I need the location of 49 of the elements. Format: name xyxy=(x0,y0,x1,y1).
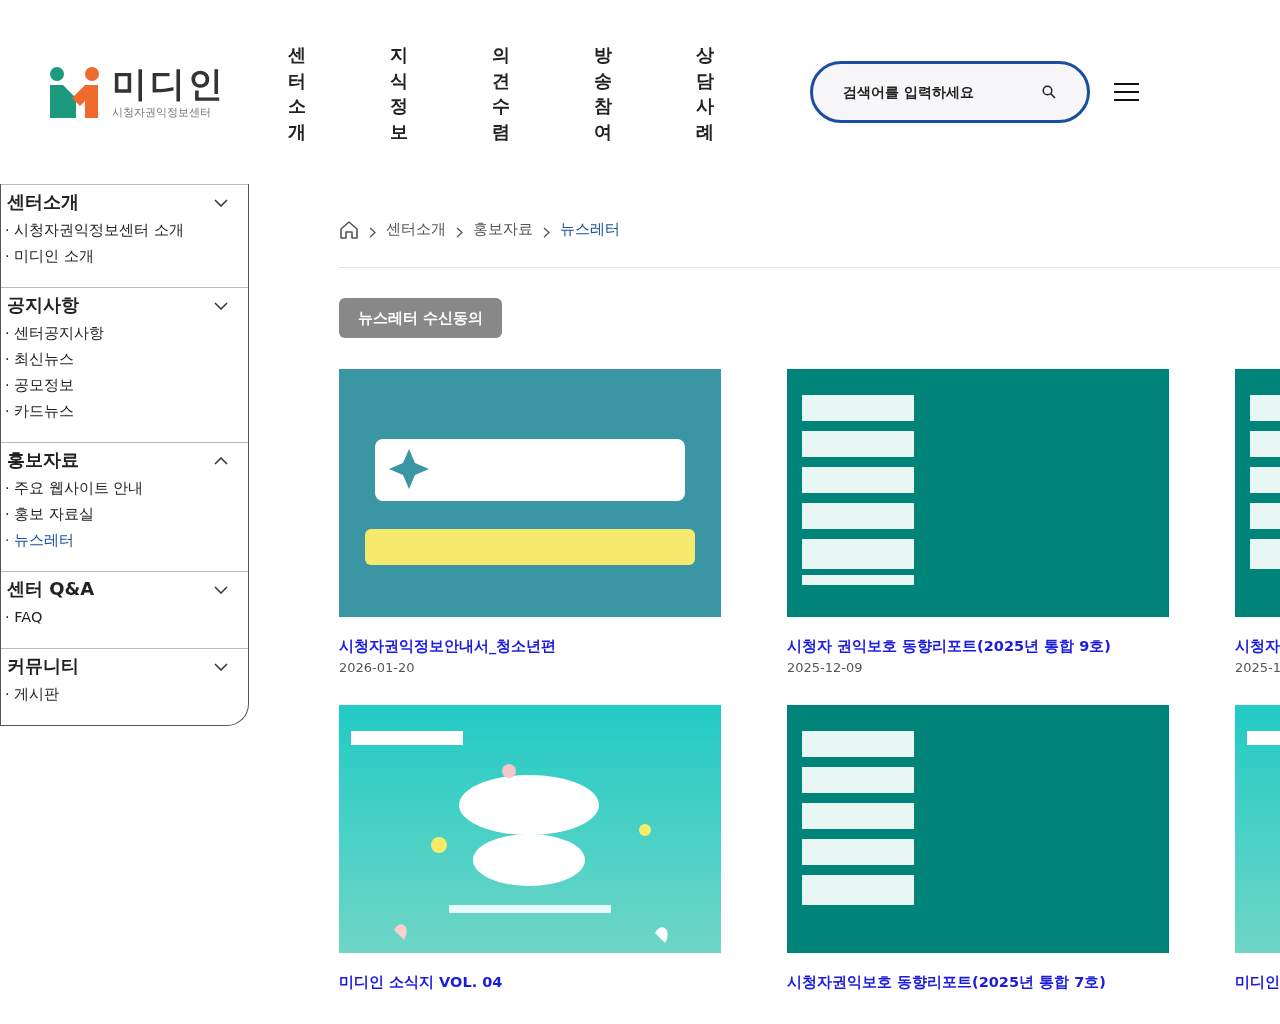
search-field[interactable]: 검색어를 입력하세요 xyxy=(810,61,1090,123)
breadcrumb-link[interactable]: 홍보자료 xyxy=(473,220,533,239)
sidebar-link[interactable]: · 공모정보 xyxy=(5,372,75,398)
chevron-right-icon xyxy=(456,227,463,238)
sidebar-link[interactable]: · 홍보 자료실 xyxy=(5,501,94,527)
nav-link[interactable]: 센터소개 xyxy=(288,42,306,145)
breadcrumb-link[interactable]: 센터소개 xyxy=(386,220,446,239)
home-icon[interactable] xyxy=(339,219,359,240)
sidebar-link[interactable]: · 뉴스레터 xyxy=(5,527,75,553)
card-title-link[interactable]: 시청자 권익보호 동향리포트(2025년 통합 9호) xyxy=(787,637,1111,656)
nav-link[interactable]: 지식정보 xyxy=(390,42,408,145)
chevron-down-icon[interactable] xyxy=(214,586,228,594)
card-title-link[interactable]: 미디인 소식지 VOL. 04 xyxy=(339,973,503,992)
logo-text: 미디인 xyxy=(112,64,226,103)
sidebar-section-title[interactable]: 공지사항 xyxy=(7,290,79,320)
card-date: 2025-1 xyxy=(1235,660,1280,675)
nav-link[interactable]: 상담사례 xyxy=(696,42,714,145)
sidebar-section-title[interactable]: 센터소개 xyxy=(7,187,79,217)
subscribe-button[interactable]: 뉴스레터 수신동의 xyxy=(339,298,503,338)
menu-icon[interactable] xyxy=(1114,82,1139,102)
chevron-up-icon[interactable] xyxy=(214,457,228,465)
breadcrumb-link[interactable]: 뉴스레터 xyxy=(560,220,620,239)
nav-link[interactable]: 방송참여 xyxy=(594,42,612,145)
sidebar-link[interactable]: · 시청자권익정보센터 소개 xyxy=(5,217,184,243)
logo-icon xyxy=(48,66,100,118)
logo-subtitle: 시청자권익정보센터 xyxy=(112,104,212,120)
sidebar-section-title[interactable]: 센터 Q&A xyxy=(7,574,95,604)
card-title-link[interactable]: 시청자권익정보안내서_청소년편 xyxy=(339,637,557,656)
nav-link[interactable]: 의견수렴 xyxy=(492,42,510,145)
card-date: 2026-01-20 xyxy=(339,660,415,675)
chevron-right-icon xyxy=(369,227,376,238)
card-title-link[interactable]: 미디인 xyxy=(1235,973,1280,992)
sidebar-link[interactable]: · 미디인 소개 xyxy=(5,243,94,269)
sidebar-link[interactable]: · FAQ xyxy=(5,604,43,630)
chevron-down-icon[interactable] xyxy=(214,302,228,310)
chevron-down-icon[interactable] xyxy=(214,199,228,207)
sidebar-section-title[interactable]: 커뮤니티 xyxy=(7,651,79,681)
sidebar-link[interactable]: · 주요 웹사이트 안내 xyxy=(5,475,144,501)
sidebar-link[interactable]: · 카드뉴스 xyxy=(5,398,75,424)
card-title-link[interactable]: 시청자권익보호 동향리포트(2025년 통합 7호) xyxy=(787,973,1106,992)
card-date: 2025-12-09 xyxy=(787,660,863,675)
sidebar-link[interactable]: · 최신뉴스 xyxy=(5,346,75,372)
sidebar-link[interactable]: · 센터공지사항 xyxy=(5,320,105,346)
search-icon[interactable] xyxy=(1042,85,1056,99)
sidebar-section-title[interactable]: 홍보자료 xyxy=(7,445,79,475)
chevron-right-icon xyxy=(543,227,550,238)
sidebar-link[interactable]: · 게시판 xyxy=(5,681,60,707)
chevron-down-icon[interactable] xyxy=(214,663,228,671)
card-title-link[interactable]: 시청자 xyxy=(1235,637,1280,656)
